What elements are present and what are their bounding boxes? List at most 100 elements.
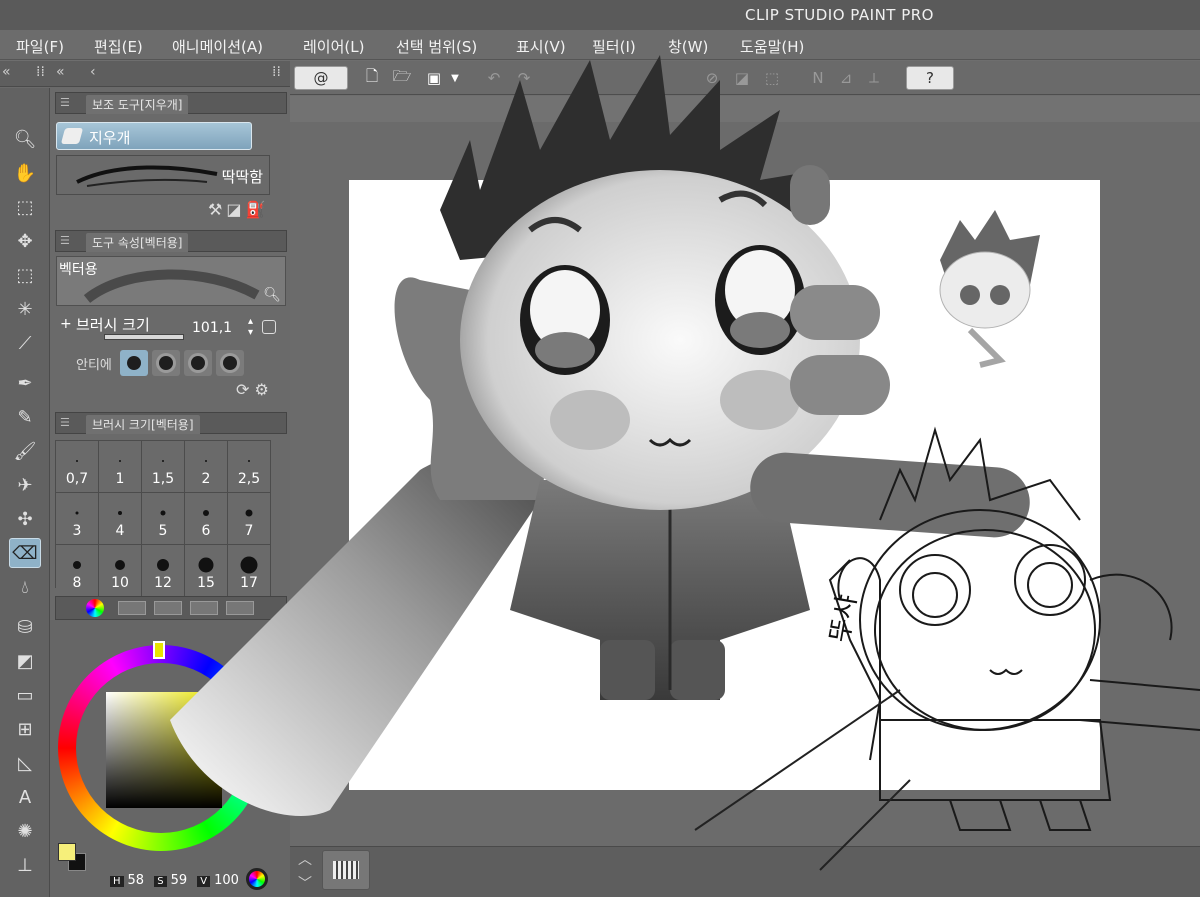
ruler-tool-icon[interactable]: ◺	[9, 748, 41, 778]
color-wheel-tab-icon[interactable]	[86, 599, 104, 617]
brush-size-preset[interactable]: 10	[99, 545, 142, 597]
auto-select-tool-icon[interactable]: ✳	[9, 294, 41, 324]
brush-size-tab[interactable]: 브러시 크기[벡터용]	[86, 415, 200, 434]
menu-window[interactable]: 창(W)	[668, 36, 708, 57]
clip-studio-icon[interactable]: @	[294, 66, 348, 90]
blend-tool-icon[interactable]: 💧︎	[9, 572, 41, 602]
menu-animation[interactable]: 애니메이션(A)	[172, 36, 263, 57]
brush-size-preset[interactable]: 8	[56, 545, 99, 597]
fill-tool-icon[interactable]: ⛁	[9, 612, 41, 642]
magnify-icon[interactable]: 🔍︎	[263, 287, 281, 303]
figure-tool-icon[interactable]: ▭	[9, 680, 41, 710]
spin-icon[interactable]: ▴ ▾	[248, 316, 262, 338]
fill-selection-icon[interactable]: ◪	[730, 66, 754, 90]
brush-size-preset[interactable]: 3	[56, 493, 99, 545]
chevron-left-icon[interactable]: ‹	[90, 64, 96, 80]
chevron-down-icon[interactable]: ﹀	[298, 873, 312, 893]
subtool-actions[interactable]: ⚒◪⛽	[208, 200, 269, 219]
brush-size-preset[interactable]: 0,7	[56, 441, 99, 493]
color-mode-icon[interactable]	[246, 868, 268, 890]
antialias-medium-button[interactable]	[184, 350, 212, 376]
foreground-color-swatch[interactable]	[58, 843, 76, 861]
brush-size-preset[interactable]: 6	[185, 493, 228, 545]
panel-menu-icon-2[interactable]: ☰	[60, 234, 70, 247]
selection-tool-icon[interactable]: ⬚	[9, 260, 41, 290]
menu-file[interactable]: 파일(F)	[16, 36, 64, 57]
open-file-icon[interactable]: 🗁︎	[390, 66, 414, 90]
clear-icon[interactable]: ⊘	[700, 66, 724, 90]
brush-tool-icon[interactable]: 🖌︎	[9, 436, 41, 466]
menu-filter[interactable]: 필터(I)	[592, 36, 636, 57]
correct-line-tool-icon[interactable]: ⊥	[9, 850, 41, 880]
panel-menu-icon[interactable]: ☰	[60, 96, 70, 109]
airbrush-tool-icon[interactable]: ✈	[9, 470, 41, 500]
brush-size-preset[interactable]: 17	[228, 545, 271, 597]
new-file-icon[interactable]: 🗋︎	[360, 66, 384, 90]
panel-collapse-bar: « ⁞⁞ « ‹ ⁞⁞	[0, 61, 290, 87]
undo-icon[interactable]: ↶	[482, 66, 506, 90]
brush-size-preset[interactable]: 5	[142, 493, 185, 545]
expand-icon[interactable]: +	[60, 316, 72, 332]
timeline-button[interactable]	[322, 850, 370, 890]
pressure-toggle[interactable]	[262, 320, 276, 334]
chevron-up-icon[interactable]: ︿	[298, 849, 312, 869]
ruler-snap-icon[interactable]: N	[806, 66, 830, 90]
save-icon[interactable]: ▣	[422, 66, 446, 90]
panel-menu-icon-3[interactable]: ☰	[60, 416, 70, 429]
brush-size-preset[interactable]: 4	[99, 493, 142, 545]
menu-view[interactable]: 표시(V)	[516, 36, 566, 57]
antialias-strong-button[interactable]	[216, 350, 244, 376]
eraser-tool-icon[interactable]: ⌫	[9, 538, 41, 568]
frame-tool-icon[interactable]: ⊞	[9, 714, 41, 744]
tool-settings-icons[interactable]: ⟳ ⚙	[236, 380, 269, 399]
pencil-tool-icon[interactable]: ✎	[9, 402, 41, 432]
canvas-paper[interactable]	[349, 180, 1100, 790]
antialias-weak-button[interactable]	[152, 350, 180, 376]
hue-marker[interactable]	[153, 641, 165, 659]
antialias-none-button[interactable]	[120, 350, 148, 376]
eyedropper-tool-icon[interactable]: ⟋	[9, 328, 41, 358]
brush-size-preset[interactable]: 2,5	[228, 441, 271, 493]
approximate-color-tab-icon[interactable]	[226, 601, 254, 615]
special-ruler-snap-icon[interactable]: ⊿	[834, 66, 858, 90]
intermediate-color-tab-icon[interactable]	[190, 601, 218, 615]
brush-size-slider[interactable]	[104, 334, 184, 340]
operation-tool-icon[interactable]: ⬚	[9, 192, 41, 222]
brush-size-value[interactable]: 101,1	[192, 320, 232, 336]
tool-property-tab[interactable]: 도구 속성[벡터용]	[86, 233, 189, 252]
gradient-tool-icon[interactable]: ◩	[9, 646, 41, 676]
text-tool-icon[interactable]: A	[9, 782, 41, 812]
zoom-tool-icon[interactable]: 🔍︎	[9, 124, 41, 154]
save-dropdown-icon[interactable]: ▼	[448, 66, 462, 90]
hand-tool-icon[interactable]: ✋	[9, 158, 41, 188]
menu-selection[interactable]: 선택 범위(S)	[396, 36, 477, 57]
brush-size-dot	[73, 561, 81, 569]
select-all-icon[interactable]: ⬚	[760, 66, 784, 90]
brush-size-preset[interactable]: 1	[99, 441, 142, 493]
subtool-eraser-item[interactable]: 지우개	[56, 122, 252, 150]
menu-help[interactable]: 도움말(H)	[740, 36, 804, 57]
brush-size-preset[interactable]: 7	[228, 493, 271, 545]
color-slider-tab-icon[interactable]	[118, 601, 146, 615]
brush-size-preset[interactable]: 15	[185, 545, 228, 597]
brush-size-preset[interactable]: 2	[185, 441, 228, 493]
move-layer-tool-icon[interactable]: ✥	[9, 226, 41, 256]
menu-edit[interactable]: 편집(E)	[94, 36, 143, 57]
color-set-tab-icon[interactable]	[154, 601, 182, 615]
question-icon[interactable]: ?	[906, 66, 954, 90]
brush-size-preset[interactable]: 1,5	[142, 441, 185, 493]
menu-layer[interactable]: 레이어(L)	[303, 36, 364, 57]
brush-size-preset[interactable]: 12	[142, 545, 185, 597]
grid-snap-icon[interactable]: ⟂	[862, 66, 886, 90]
collapse-left-icon-2[interactable]: «	[56, 64, 65, 80]
redo-icon[interactable]: ↷	[512, 66, 536, 90]
brush-size-number: 15	[197, 575, 215, 591]
decoration-tool-icon[interactable]: ✣	[9, 504, 41, 534]
collapse-left-icon[interactable]: «	[2, 64, 11, 80]
brush-stroke-preview[interactable]: 딱딱함	[56, 155, 270, 195]
h-icon: H	[110, 876, 124, 887]
balloon-tool-icon[interactable]: ✺	[9, 816, 41, 846]
subtool-panel-tab[interactable]: 보조 도구[지우개]	[86, 95, 189, 114]
saturation-value-square[interactable]	[106, 692, 222, 808]
pen-tool-icon[interactable]: ✒	[9, 368, 41, 398]
